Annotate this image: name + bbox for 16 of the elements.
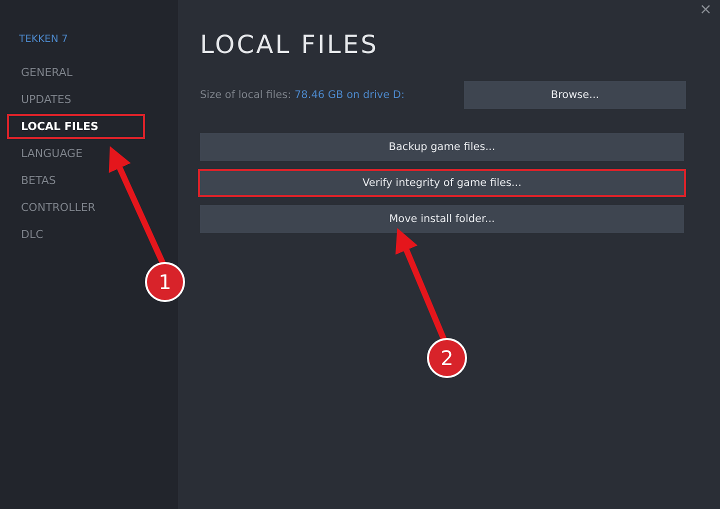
action-button[interactable]: Verify integrity of game files... [198, 169, 686, 197]
step-badge: 2 [427, 338, 467, 378]
close-icon[interactable]: × [699, 0, 712, 18]
browse-button[interactable]: Browse... [464, 81, 686, 109]
sidebar-item[interactable]: CONTROLLER [7, 195, 145, 220]
sidebar-item[interactable]: GENERAL [7, 60, 145, 85]
size-info: Size of local files: 78.46 GB on drive D: [200, 89, 405, 101]
sidebar-item[interactable]: DLC [7, 222, 145, 247]
sidebar-item[interactable]: LOCAL FILES [7, 114, 145, 139]
game-title: TEKKEN 7 [19, 34, 69, 45]
sidebar-item[interactable]: UPDATES [7, 87, 145, 112]
action-button[interactable]: Move install folder... [200, 205, 684, 233]
page-title: LOCAL FILES [200, 30, 380, 59]
sidebar-item[interactable]: LANGUAGE [7, 141, 145, 166]
action-button[interactable]: Backup game files... [200, 133, 684, 161]
sidebar-item[interactable]: BETAS [7, 168, 145, 193]
